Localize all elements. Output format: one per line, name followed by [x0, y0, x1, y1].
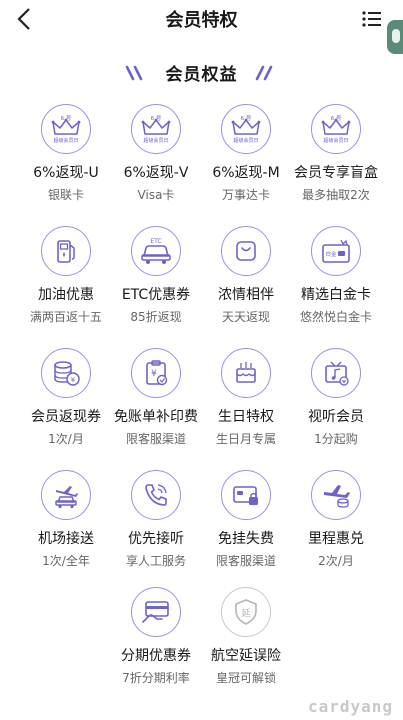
benefit-desc: 满两百返十五: [29, 310, 102, 324]
decor-slash-icon: [125, 65, 143, 81]
benefit-desc: 1次/月: [48, 432, 84, 446]
benefit-item[interactable]: 6 号 超级会员日 6%返现-U 银联卡: [16, 104, 116, 203]
benefit-label: 分期优惠券: [121, 648, 191, 664]
benefit-item[interactable]: ETC ETC优惠券 85折返现: [106, 226, 206, 325]
benefit-desc: 悠然悦白金卡: [299, 310, 372, 324]
benefit-label: 6%返现-V: [123, 165, 189, 181]
benefit-desc: 限客服渠道: [215, 554, 276, 568]
svg-text:超级会员日: 超级会员日: [323, 137, 348, 144]
card-hand-icon: [131, 587, 181, 637]
crown-icon: 6 号 超级会员日: [311, 104, 361, 154]
coin-stack-icon: ¥: [41, 348, 91, 398]
benefit-label: 会员专享盲盒: [294, 165, 378, 181]
benefit-label: 免挂失费: [218, 531, 274, 547]
benefit-desc: 万事达卡: [221, 188, 270, 202]
card-lock-icon: [221, 470, 271, 520]
benefit-desc: 1次/全年: [42, 554, 90, 568]
crown-icon: 6 号 超级会员日: [131, 104, 181, 154]
benefit-label: 航空延误险: [211, 648, 281, 664]
svg-text:ETC: ETC: [150, 238, 161, 245]
benefit-item[interactable]: 里程惠兑 2次/月: [286, 470, 386, 569]
shopping-bag-icon: [221, 226, 271, 276]
benefit-item[interactable]: 免挂失费 限客服渠道: [196, 470, 296, 569]
benefit-item[interactable]: 机场接送 1次/全年: [16, 470, 116, 569]
phone-icon: [131, 470, 181, 520]
benefit-item[interactable]: 延 航空延误险 皇冠可解锁: [196, 587, 296, 686]
benefit-label: 6%返现-U: [33, 165, 99, 181]
benefit-item[interactable]: 浓情相伴 天天返现: [196, 226, 296, 325]
top-bar: 会员特权: [0, 0, 403, 38]
svg-text:超级会员日: 超级会员日: [233, 137, 258, 144]
svg-text:超级会员日: 超级会员日: [53, 137, 78, 144]
svg-text:延: 延: [241, 607, 250, 619]
benefit-label: 加油优惠: [38, 287, 94, 303]
plane-coins-icon: [311, 470, 361, 520]
section-title: 会员权益: [165, 65, 238, 85]
tv-music-icon: [311, 348, 361, 398]
benefit-item[interactable]: 视听会员 1分起购: [286, 348, 386, 447]
crown-icon: 6 号 超级会员日: [41, 104, 91, 154]
benefit-item[interactable]: 6 号 超级会员日 6%返现-V Visa卡: [106, 104, 206, 203]
benefit-desc: 银联卡: [47, 188, 84, 202]
svg-text:超级会员日: 超级会员日: [143, 137, 168, 144]
benefit-desc: 85折返现: [130, 310, 182, 324]
platinum-card-icon: 白金: [311, 226, 361, 276]
benefit-label: 精选白金卡: [301, 287, 371, 303]
benefit-label: ETC优惠券: [121, 287, 191, 303]
delay-shield-icon: 延: [221, 587, 271, 637]
benefit-label: 优先接听: [128, 531, 184, 547]
bill-icon: ¥: [131, 348, 181, 398]
benefit-desc: 最多抽取2次: [302, 188, 370, 202]
benefit-label: 会员返现券: [31, 409, 101, 425]
benefit-label: 生日特权: [218, 409, 274, 425]
benefit-desc: 皇冠可解锁: [215, 671, 276, 685]
benefit-label: 视听会员: [308, 409, 364, 425]
benefit-desc: Visa卡: [137, 188, 175, 202]
benefit-label: 6%返现-M: [212, 165, 280, 181]
svg-text:¥: ¥: [71, 376, 76, 384]
fuel-pump-icon: [41, 226, 91, 276]
birthday-cake-icon: [221, 348, 271, 398]
benefit-desc: 1分起购: [314, 432, 358, 446]
benefit-label: 里程惠兑: [308, 531, 364, 547]
benefit-desc: 限客服渠道: [125, 432, 186, 446]
benefit-label: 浓情相伴: [218, 287, 274, 303]
benefit-item[interactable]: 优先接听 享人工服务: [106, 470, 206, 569]
benefit-desc: 2次/月: [318, 554, 354, 568]
watermark: cardyang: [307, 697, 393, 716]
svg-text:白金: 白金: [325, 250, 337, 258]
benefit-desc: 天天返现: [221, 310, 270, 324]
plane-car-icon: [41, 470, 91, 520]
benefit-item[interactable]: 6 号 超级会员日 会员专享盲盒 最多抽取2次: [286, 104, 386, 203]
floating-side-tab[interactable]: [387, 20, 403, 54]
benefit-desc: 享人工服务: [125, 554, 186, 568]
benefit-item[interactable]: ¥ 会员返现券 1次/月: [16, 348, 116, 447]
benefit-item[interactable]: 生日特权 生日月专属: [196, 348, 296, 447]
benefit-label: 免账单补印费: [114, 409, 198, 425]
etc-car-icon: ETC: [131, 226, 181, 276]
benefit-desc: 7折分期利率: [122, 671, 190, 685]
crown-icon: 6 号 超级会员日: [221, 104, 271, 154]
section-header: 会员权益: [0, 60, 403, 86]
benefit-item[interactable]: 白金 精选白金卡 悠然悦白金卡: [286, 226, 386, 325]
benefit-item[interactable]: ¥ 免账单补印费 限客服渠道: [106, 348, 206, 447]
benefit-item[interactable]: 分期优惠券 7折分期利率: [106, 587, 206, 686]
page-title: 会员特权: [165, 10, 238, 31]
benefit-item[interactable]: 加油优惠 满两百返十五: [16, 226, 116, 325]
benefit-item[interactable]: 6 号 超级会员日 6%返现-M 万事达卡: [196, 104, 296, 203]
benefit-label: 机场接送: [38, 531, 94, 547]
menu-list-icon[interactable]: [361, 9, 383, 29]
svg-text:¥: ¥: [151, 369, 157, 379]
decor-slash-icon: [255, 65, 273, 81]
benefit-desc: 生日月专属: [215, 432, 276, 446]
